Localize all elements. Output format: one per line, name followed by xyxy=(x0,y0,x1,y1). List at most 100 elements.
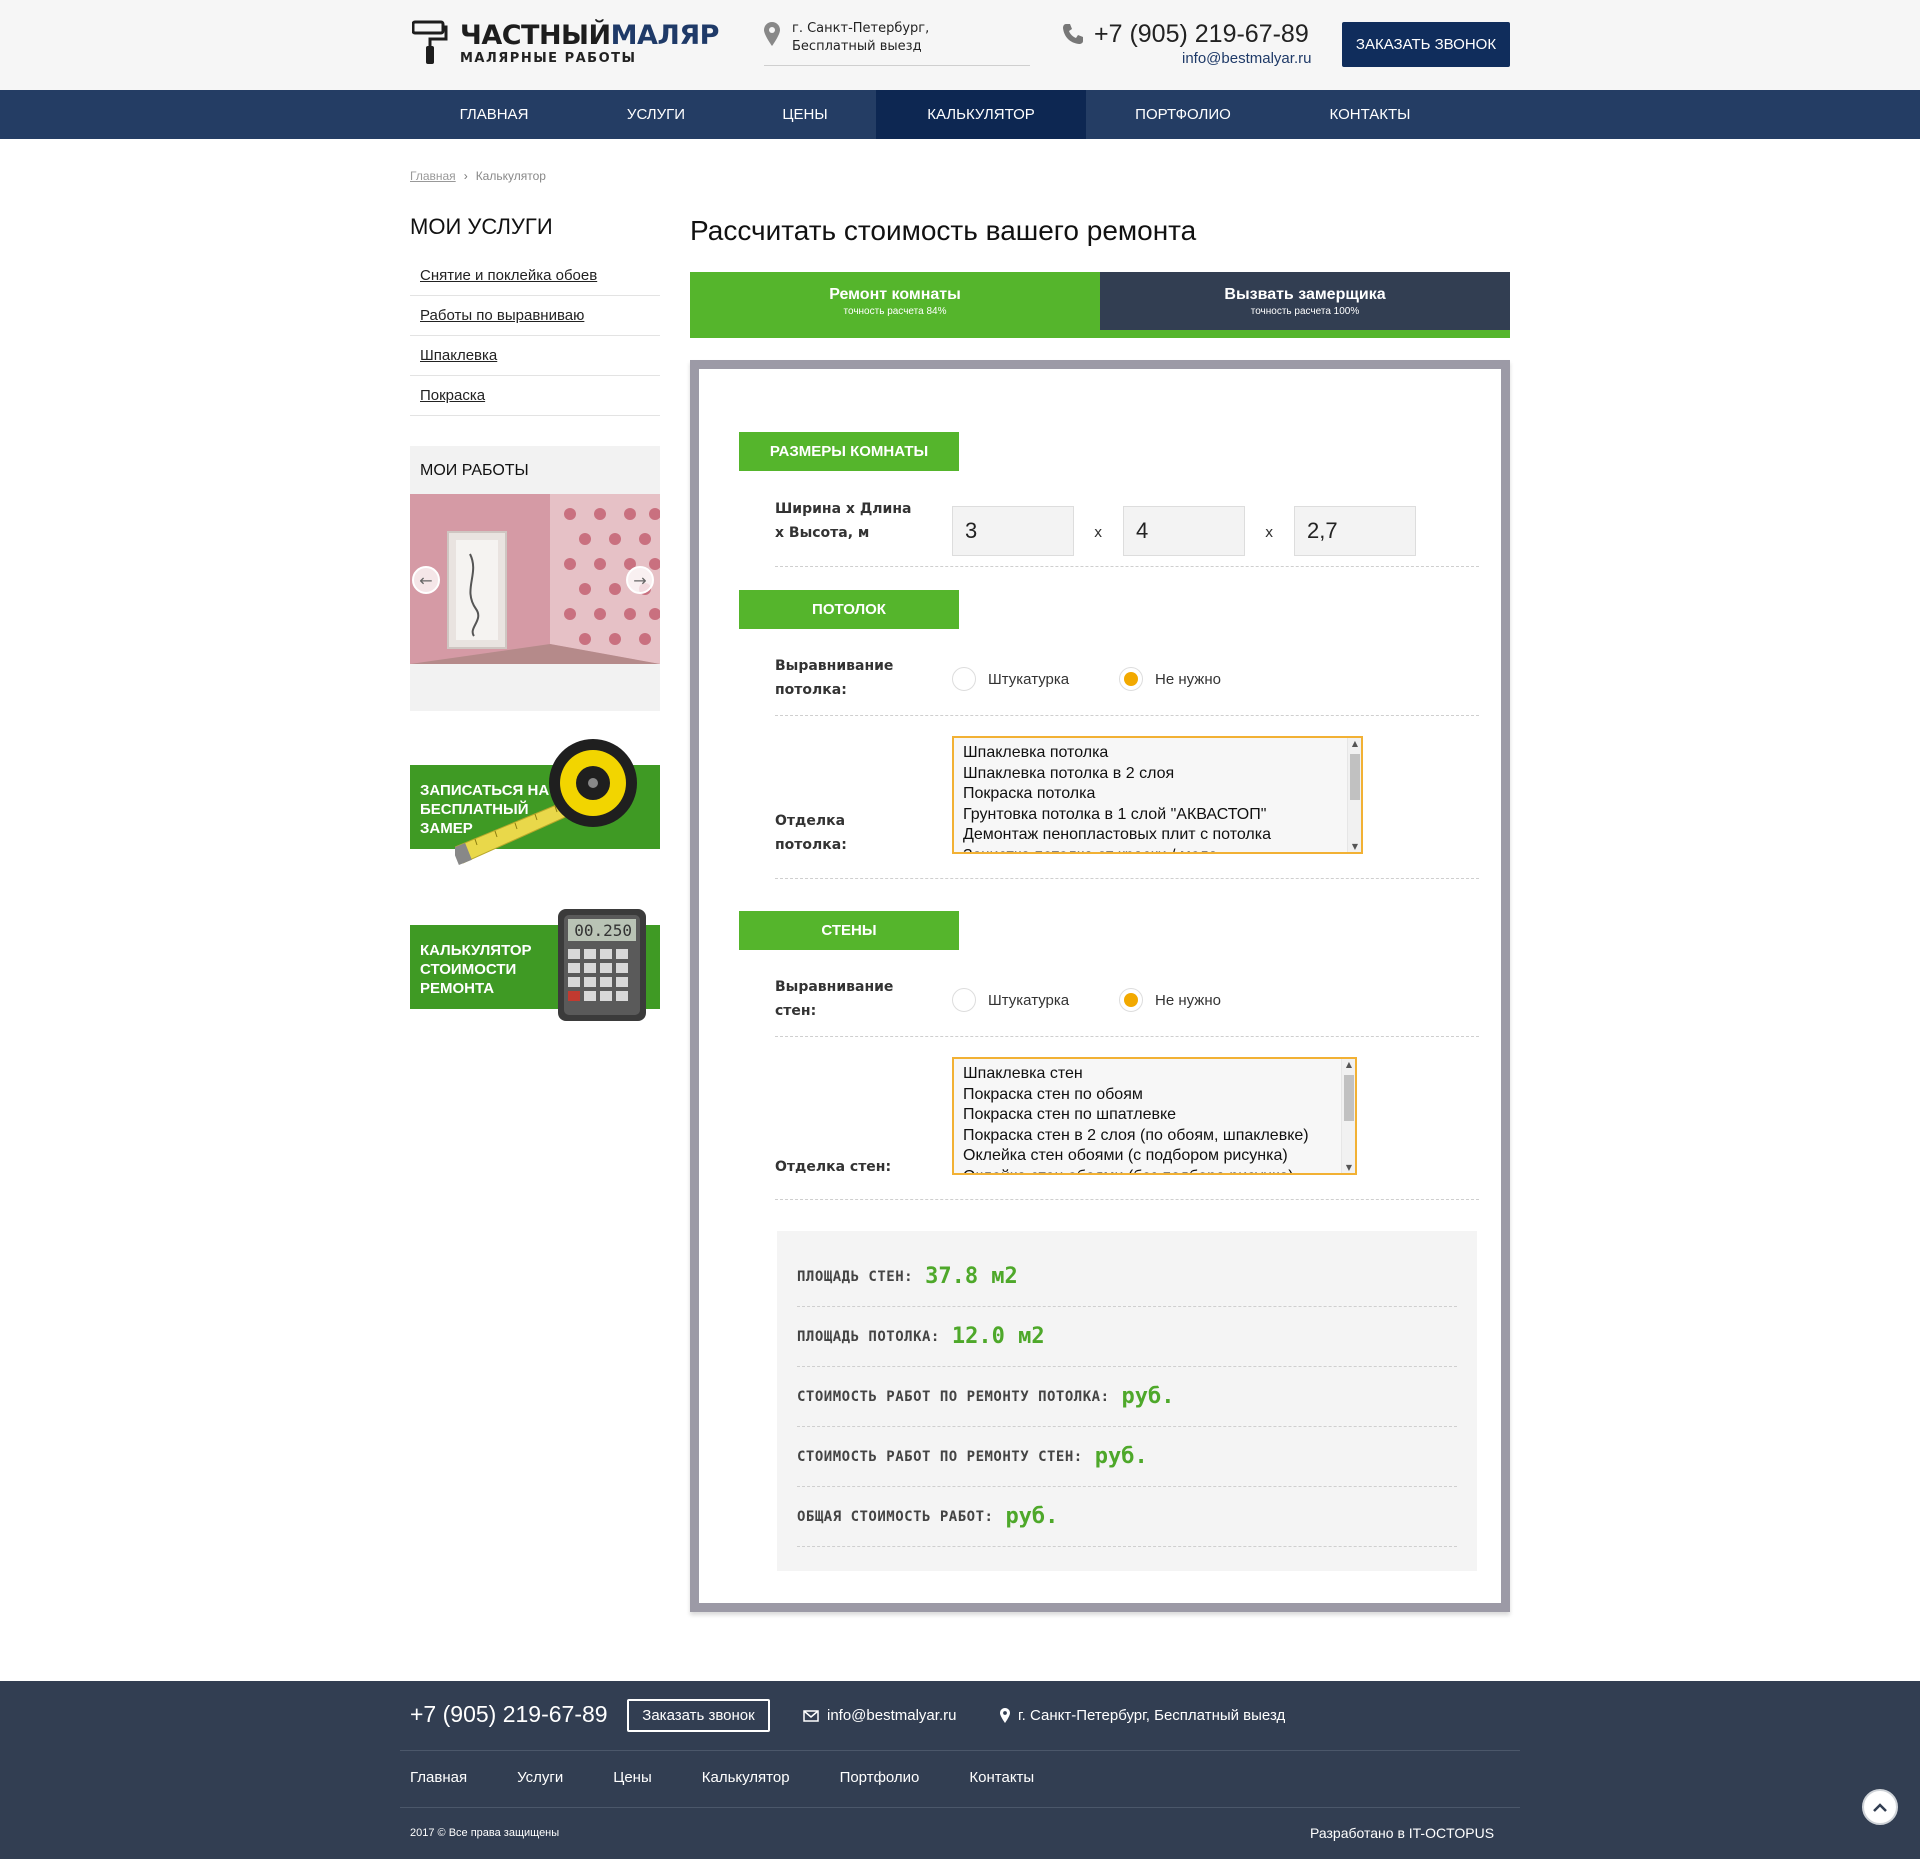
scroll-up-icon[interactable]: ▲ xyxy=(1342,1060,1355,1069)
walls-radio-none[interactable]: Не нужно xyxy=(1119,988,1221,1012)
sidebar-item-leveling[interactable]: Работы по выравниваю xyxy=(410,296,660,336)
tab-call-measurer[interactable]: Вызвать замерщика точность расчета 100% xyxy=(1100,272,1510,330)
breadcrumb-current: Калькулятор xyxy=(475,169,546,183)
footer-nav-contacts[interactable]: Контакты xyxy=(969,1769,1034,1786)
list-option[interactable]: Демонтаж пенопластовых плит с потолка xyxy=(954,825,1361,846)
scroll-down-icon[interactable]: ▼ xyxy=(1342,1163,1355,1172)
divider xyxy=(775,878,1479,879)
footer-developer[interactable]: Разработано в IT-OCTOPUS xyxy=(1310,1825,1494,1841)
mail-icon xyxy=(803,1709,819,1722)
header-email[interactable]: info@bestmalyar.ru xyxy=(1182,50,1311,67)
footer-email-text[interactable]: info@bestmalyar.ru xyxy=(827,1707,956,1724)
ceiling-radio-none[interactable]: Не нужно xyxy=(1119,667,1221,691)
scrollbar[interactable]: ▲ ▼ xyxy=(1341,1059,1355,1173)
scroll-up-icon[interactable]: ▲ xyxy=(1348,739,1361,748)
ceiling-finish-label-line1: Отделка xyxy=(775,813,846,829)
repair-calculator-promo[interactable]: КАЛЬКУЛЯТОР СТОИМОСТИ РЕМОНТА 00.250 xyxy=(410,909,660,1021)
breadcrumb-home[interactable]: Главная xyxy=(410,169,456,183)
repair-calculator-promo-text: КАЛЬКУЛЯТОР СТОИМОСТИ РЕМОНТА xyxy=(420,942,532,997)
footer-nav-home[interactable]: Главная xyxy=(410,1769,467,1786)
scroll-down-icon[interactable]: ▼ xyxy=(1348,842,1361,851)
walls-align-label: Выравнивание стен: xyxy=(775,975,893,1023)
logo[interactable]: ЧАСТНЫЙМАЛЯР МАЛЯРНЫЕ РАБОТЫ xyxy=(412,20,719,68)
room-sizes-label-line1: Ширина х Длина xyxy=(775,501,912,517)
list-option[interactable]: Шпаклевка потолка xyxy=(954,743,1361,764)
room-length-input[interactable]: 4 xyxy=(1123,506,1245,556)
phone-icon xyxy=(1063,24,1083,44)
sidebar-item-putty[interactable]: Шпаклевка xyxy=(410,336,660,376)
result-value: руб. xyxy=(1094,1444,1148,1469)
sidebar-item-wallpaper[interactable]: Снятие и поклейка обоев xyxy=(410,256,660,296)
room-sizes-label: Ширина х Длина х Высота, м xyxy=(775,497,912,545)
room-height-input[interactable]: 2,7 xyxy=(1294,506,1416,556)
room-width-input[interactable]: 3 xyxy=(952,506,1074,556)
list-option[interactable]: Покраска потолка xyxy=(954,784,1361,805)
list-option[interactable]: Покраска стен в 2 слоя (по обоям, шпакле… xyxy=(954,1126,1355,1147)
works-slider-image: ← → xyxy=(410,494,660,664)
scroll-to-top-button[interactable] xyxy=(1862,1789,1898,1825)
list-option[interactable]: Оклейка стен обоями (без подбора рисунка… xyxy=(954,1167,1355,1174)
scrollbar-thumb[interactable] xyxy=(1344,1075,1354,1121)
times-sign: х xyxy=(1265,525,1274,541)
section-room-sizes: РАЗМЕРЫ КОМНАТЫ xyxy=(739,432,959,471)
ceiling-radio-plaster[interactable]: Штукатурка xyxy=(952,667,1069,691)
footer-nav-portfolio[interactable]: Портфолио xyxy=(840,1769,920,1786)
tab-call-measurer-sub: точность расчета 100% xyxy=(1250,305,1360,317)
result-label: ПЛОЩАДЬ ПОТОЛКА: xyxy=(797,1328,940,1345)
footer-nav-calculator[interactable]: Калькулятор xyxy=(702,1769,790,1786)
radio-off-icon[interactable] xyxy=(952,667,976,691)
sidebar-services-list: Снятие и поклейка обоев Работы по выравн… xyxy=(410,256,660,416)
list-option[interactable]: Покраска стен по обоям xyxy=(954,1085,1355,1106)
footer-divider xyxy=(400,1807,1520,1808)
footer-nav-services[interactable]: Услуги xyxy=(517,1769,563,1786)
divider xyxy=(775,715,1479,716)
radio-off-icon[interactable] xyxy=(952,988,976,1012)
list-option[interactable]: Шпаклевка потолка в 2 слоя xyxy=(954,764,1361,785)
list-option[interactable]: Грунтовка потолка в 1 слой "АКВАСТОП" xyxy=(954,805,1361,826)
footer-location-text: г. Санкт-Петербург, Бесплатный выезд xyxy=(1018,1707,1286,1724)
walls-align-label-line1: Выравнивание xyxy=(775,979,894,995)
footer-email[interactable]: info@bestmalyar.ru xyxy=(803,1707,956,1724)
tab-room-repair[interactable]: Ремонт комнаты точность расчета 84% xyxy=(690,272,1100,330)
result-value: руб. xyxy=(1005,1504,1059,1529)
ceiling-finish-select[interactable]: Шпаклевка потолка Шпаклевка потолка в 2 … xyxy=(952,736,1363,854)
nav-item-calculator[interactable]: КАЛЬКУЛЯТОР xyxy=(876,90,1086,139)
ceiling-align-label: Выравнивание потолка: xyxy=(775,654,893,702)
footer-order-call-button[interactable]: Заказать звонок xyxy=(627,1699,770,1732)
main-nav: ГЛАВНАЯ УСЛУГИ ЦЕНЫ КАЛЬКУЛЯТОР ПОРТФОЛИ… xyxy=(0,90,1920,139)
ceiling-finish-label: Отделка потолка: xyxy=(775,809,847,857)
section-walls: СТЕНЫ xyxy=(739,911,959,950)
list-option[interactable]: Зачистка потолка от краски / мела xyxy=(954,846,1361,853)
list-option[interactable]: Покраска стен по шпатлевке xyxy=(954,1105,1355,1126)
list-option[interactable]: Оклейка стен обоями (с подбором рисунка) xyxy=(954,1146,1355,1167)
ceiling-radio-none-label: Не нужно xyxy=(1155,670,1221,688)
result-ceiling-area: ПЛОЩАДЬ ПОТОЛКА: 12.0 м2 xyxy=(797,1307,1457,1367)
room-sizes-label-line2: х Высота, м xyxy=(775,525,870,541)
nav-item-portfolio[interactable]: ПОРТФОЛИО xyxy=(1086,90,1280,139)
scrollbar[interactable]: ▲ ▼ xyxy=(1347,738,1361,852)
slider-next-arrow-icon[interactable]: → xyxy=(626,566,654,594)
radio-on-icon[interactable] xyxy=(1119,667,1143,691)
room-photo xyxy=(410,494,660,664)
slider-prev-arrow-icon[interactable]: ← xyxy=(412,566,440,594)
header-location: г. Санкт-Петербург, Бесплатный выезд xyxy=(764,20,1030,66)
walls-radio-plaster[interactable]: Штукатурка xyxy=(952,988,1069,1012)
nav-item-prices[interactable]: ЦЕНЫ xyxy=(736,90,874,139)
radio-on-icon[interactable] xyxy=(1119,988,1143,1012)
phone-number[interactable]: +7 (905) 219-67-89 xyxy=(1094,20,1309,49)
sidebar-item-painting[interactable]: Покраска xyxy=(410,376,660,416)
nav-item-contacts[interactable]: КОНТАКТЫ xyxy=(1280,90,1460,139)
nav-item-services[interactable]: УСЛУГИ xyxy=(582,90,730,139)
logo-title-part1: ЧАСТНЫЙ xyxy=(460,20,611,51)
sidebar-title: МОИ УСЛУГИ xyxy=(410,214,553,239)
walls-finish-select[interactable]: Шпаклевка стен Покраска стен по обоям По… xyxy=(952,1057,1357,1175)
nav-item-home[interactable]: ГЛАВНАЯ xyxy=(420,90,568,139)
free-measure-promo[interactable]: ЗАПИСАТЬСЯ НА БЕСПЛАТНЫЙ ЗАМЕР xyxy=(410,739,660,865)
breadcrumb: Главная › Калькулятор xyxy=(410,169,546,183)
scrollbar-thumb[interactable] xyxy=(1350,754,1360,800)
section-ceiling: ПОТОЛОК xyxy=(739,590,959,629)
footer-phone[interactable]: +7 (905) 219-67-89 xyxy=(410,1701,608,1728)
footer-nav-prices[interactable]: Цены xyxy=(613,1769,652,1786)
order-call-button[interactable]: ЗАКАЗАТЬ ЗВОНОК xyxy=(1342,22,1510,67)
list-option[interactable]: Шпаклевка стен xyxy=(954,1064,1355,1085)
